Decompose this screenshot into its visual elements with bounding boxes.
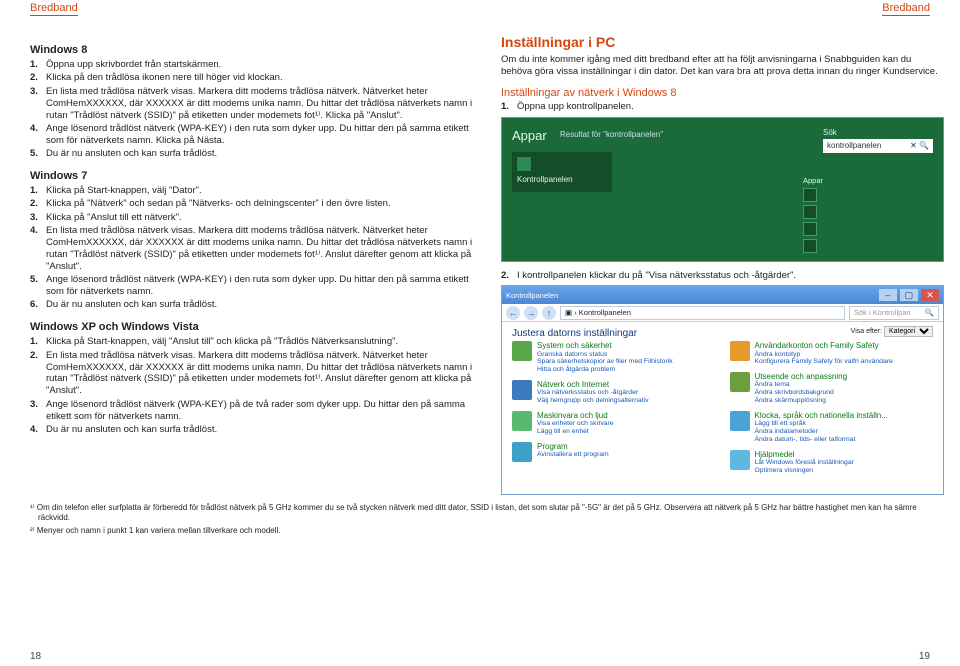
apps-title: Appar <box>512 128 547 143</box>
search-placeholder: Sök i Kontrollpan <box>854 308 911 317</box>
cp-category[interactable]: Klocka, språk och nationella inställn...… <box>730 411 934 444</box>
heading-win8: Windows 8 <box>30 44 473 56</box>
app-row[interactable] <box>803 205 933 219</box>
breadcrumb[interactable]: ▣ › Kontrollpanelen <box>560 306 845 320</box>
list-win7: 1.Klicka på Start-knappen, välj "Dator".… <box>30 185 473 311</box>
category-sublink[interactable]: Avinstallera ett program <box>537 451 609 459</box>
category-sublink[interactable]: Granska datorns status <box>537 351 673 359</box>
right-column: Inställningar i PC Om du inte kommer igå… <box>501 34 944 495</box>
list-win8: 1.Öppna upp skrivbordet från startskärme… <box>30 59 473 160</box>
footnote-2: ²⁾ Menyer och namn i punkt 1 kan variera… <box>30 526 930 536</box>
category-sublink[interactable]: Ändra kontotyp <box>755 351 893 359</box>
header-left: Bredband <box>30 2 78 16</box>
left-column: Windows 8 1.Öppna upp skrivbordet från s… <box>30 34 473 495</box>
category-sublink[interactable]: Visa enheter och skrivare <box>537 420 614 428</box>
category-sublink[interactable]: Hitta och åtgärda problem <box>537 366 673 374</box>
heading-winxp: Windows XP och Windows Vista <box>30 321 473 333</box>
folder-icon: ▣ <box>565 308 572 317</box>
category-sublink[interactable]: Ändra skärmupplösning <box>755 397 848 405</box>
tile-label: Kontrollpanelen <box>517 175 573 184</box>
category-icon <box>512 341 532 361</box>
search-icon: 🔍 <box>925 308 934 317</box>
heading-pc-settings: Inställningar i PC <box>501 34 944 50</box>
screenshot-win8-apps: Appar Resultat för "kontrollpanelen" Sök… <box>501 117 944 262</box>
search-label: Sök <box>823 128 933 137</box>
tile-icon <box>517 157 531 171</box>
window-title: Kontrollpanelen <box>506 291 558 300</box>
cp-category[interactable]: Nätverk och InternetVisa nätverksstatus … <box>512 380 716 405</box>
category-icon <box>730 411 750 431</box>
category-sublink[interactable]: Visa nätverksstatus och -åtgärder <box>537 389 648 397</box>
intro-text: Om du inte kommer igång med ditt bredban… <box>501 54 944 79</box>
cp-category[interactable]: Utseende och anpassningÄndra temaÄndra s… <box>730 372 934 405</box>
category-sublink[interactable]: Optimera visningen <box>755 467 854 475</box>
app-row[interactable] <box>803 188 933 202</box>
category-sublink[interactable]: Ändra skrivbordsbakgrund <box>755 389 848 397</box>
apps-results-header: Appar <box>803 176 933 185</box>
category-sublink[interactable]: Ändra indatametoder <box>755 428 888 436</box>
page-number-right: 19 <box>919 651 930 662</box>
category-sublink[interactable]: Välj hemgrupp och delningsalternativ <box>537 397 648 405</box>
category-sublink[interactable]: Ändra datum-, tids- eller talformat <box>755 436 888 444</box>
app-icon <box>803 222 817 236</box>
app-icon <box>803 205 817 219</box>
apps-subtitle: Resultat för "kontrollpanelen" <box>560 130 663 139</box>
header-right: Bredband <box>882 2 930 16</box>
footnotes: ¹⁾ Om din telefon eller surfplatta är fö… <box>0 503 960 536</box>
cp-category[interactable]: Användarkonton och Family SafetyÄndra ko… <box>730 341 934 366</box>
category-icon <box>512 442 532 462</box>
list-pcsettings-2: 2.I kontrollpanelen klickar du på "Visa … <box>501 270 944 282</box>
list-winxp: 1.Klicka på Start-knappen, välj "Anslut … <box>30 336 473 436</box>
cp-category[interactable]: HjälpmedelLåt Windows föreslå inställnin… <box>730 450 934 475</box>
maximize-button[interactable]: ▢ <box>900 289 918 301</box>
close-button[interactable]: ✕ <box>921 289 939 301</box>
back-button[interactable]: ← <box>506 306 520 320</box>
app-icon <box>803 188 817 202</box>
search-value: kontrollpanelen <box>827 141 881 150</box>
category-icon <box>730 450 750 470</box>
category-sublink[interactable]: Lägg till en enhet <box>537 428 614 436</box>
view-selector: Visa efter: Kategori <box>851 326 933 337</box>
apps-results: Appar <box>803 176 933 253</box>
heading-win7: Windows 7 <box>30 170 473 182</box>
category-icon <box>512 411 532 431</box>
tile-kontrollpanelen[interactable]: Kontrollpanelen <box>512 152 612 192</box>
category-icon <box>730 341 750 361</box>
search-clear-icon[interactable]: ✕ 🔍 <box>910 141 929 150</box>
cp-category[interactable]: Maskinvara och ljudVisa enheter och skri… <box>512 411 716 436</box>
category-sublink[interactable]: Låt Windows föreslå inställningar <box>755 459 854 467</box>
cp-category[interactable]: ProgramAvinstallera ett program <box>512 442 716 462</box>
window-titlebar: Kontrollpanelen – ▢ ✕ <box>502 286 943 304</box>
app-row[interactable] <box>803 239 933 253</box>
list-pcsettings-1: 1.Öppna upp kontrollpanelen. <box>501 101 944 113</box>
view-dropdown[interactable]: Kategori <box>884 326 933 337</box>
screenshot-control-panel: Kontrollpanelen – ▢ ✕ ← → ↑ ▣ › Kontroll… <box>501 285 944 495</box>
search-input[interactable]: Sök i Kontrollpan 🔍 <box>849 306 939 320</box>
page-number-left: 18 <box>30 651 41 662</box>
minimize-button[interactable]: – <box>879 289 897 301</box>
cp-category[interactable]: System och säkerhetGranska datorns statu… <box>512 341 716 374</box>
app-icon <box>803 239 817 253</box>
category-icon <box>512 380 532 400</box>
category-sublink[interactable]: Lägg till ett språk <box>755 420 888 428</box>
search-input[interactable]: kontrollpanelen ✕ 🔍 <box>823 139 933 153</box>
footnote-1: ¹⁾ Om din telefon eller surfplatta är fö… <box>30 503 930 523</box>
category-sublink[interactable]: Konfigurera Family Safety för valfri anv… <box>755 358 893 366</box>
forward-button[interactable]: → <box>524 306 538 320</box>
category-icon <box>730 372 750 392</box>
subheading-win8: Inställningar av nätverk i Windows 8 <box>501 87 944 99</box>
app-row[interactable] <box>803 222 933 236</box>
up-button[interactable]: ↑ <box>542 306 556 320</box>
